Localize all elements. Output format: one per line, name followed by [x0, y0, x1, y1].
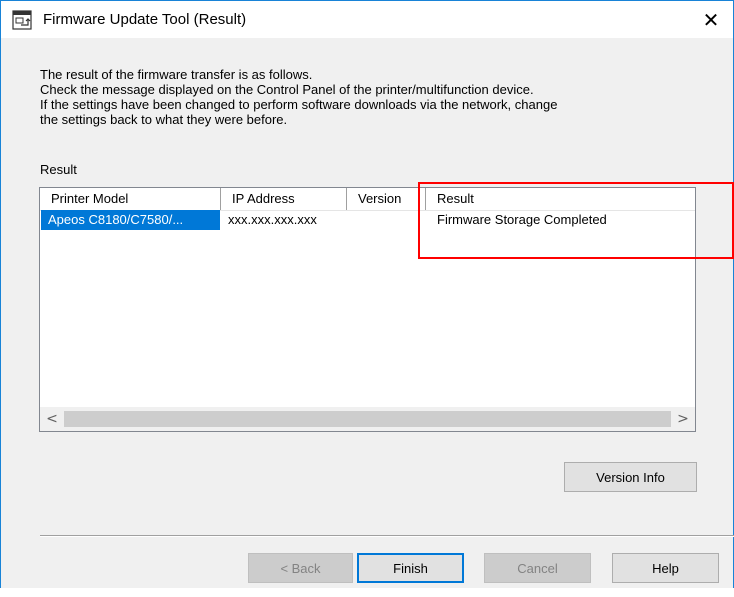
- finish-button[interactable]: Finish: [357, 553, 464, 583]
- column-header-ip-address[interactable]: IP Address: [221, 188, 346, 210]
- help-button[interactable]: Help: [612, 553, 719, 583]
- back-button[interactable]: < Back: [248, 553, 353, 583]
- column-header-version[interactable]: Version: [347, 188, 418, 210]
- description-line: If the settings have been changed to per…: [40, 97, 558, 112]
- column-header-result[interactable]: Result: [426, 188, 695, 210]
- window-frame-left: [0, 0, 1, 597]
- close-icon: ✕: [702, 8, 720, 32]
- column-header-printer-model[interactable]: Printer Model: [40, 188, 220, 210]
- result-section-label: Result: [40, 162, 77, 177]
- firmware-update-window: Firmware Update Tool (Result) ✕ The resu…: [0, 0, 734, 597]
- window-frame-bottom: [0, 588, 734, 597]
- title-bar[interactable]: Firmware Update Tool (Result) ✕: [1, 1, 733, 38]
- firmware-update-app-icon: [12, 10, 32, 30]
- horizontal-scrollbar[interactable]: < >: [40, 407, 695, 431]
- description-line: Check the message displayed on the Contr…: [40, 82, 534, 97]
- cell-printer-model: Apeos C8180/C7580/...: [41, 210, 220, 230]
- cell-ip-address: xxx.xxx.xxx.xxx: [228, 212, 317, 227]
- version-info-button[interactable]: Version Info: [564, 462, 697, 492]
- scroll-right-button[interactable]: >: [671, 407, 695, 431]
- list-header: Printer Model IP Address Version Result: [40, 188, 695, 211]
- window-title: Firmware Update Tool (Result): [43, 11, 247, 28]
- divider-highlight: [40, 536, 734, 537]
- cancel-button[interactable]: Cancel: [484, 553, 591, 583]
- close-button[interactable]: ✕: [691, 3, 731, 37]
- chevron-right-icon: >: [677, 411, 689, 427]
- chevron-left-icon: <: [46, 411, 58, 427]
- description-line: The result of the firmware transfer is a…: [40, 67, 313, 82]
- scrollbar-thumb[interactable]: [64, 411, 671, 427]
- cell-result: Firmware Storage Completed: [437, 212, 607, 227]
- scroll-left-button[interactable]: <: [40, 407, 64, 431]
- column-separator[interactable]: [418, 188, 419, 210]
- table-row[interactable]: Apeos C8180/C7580/... xxx.xxx.xxx.xxx Fi…: [40, 210, 695, 230]
- cell-version: [358, 210, 418, 230]
- description-line: the settings back to what they were befo…: [40, 112, 288, 127]
- description-text: The result of the firmware transfer is a…: [40, 67, 710, 127]
- result-list-view[interactable]: Printer Model IP Address Version Result …: [39, 187, 696, 432]
